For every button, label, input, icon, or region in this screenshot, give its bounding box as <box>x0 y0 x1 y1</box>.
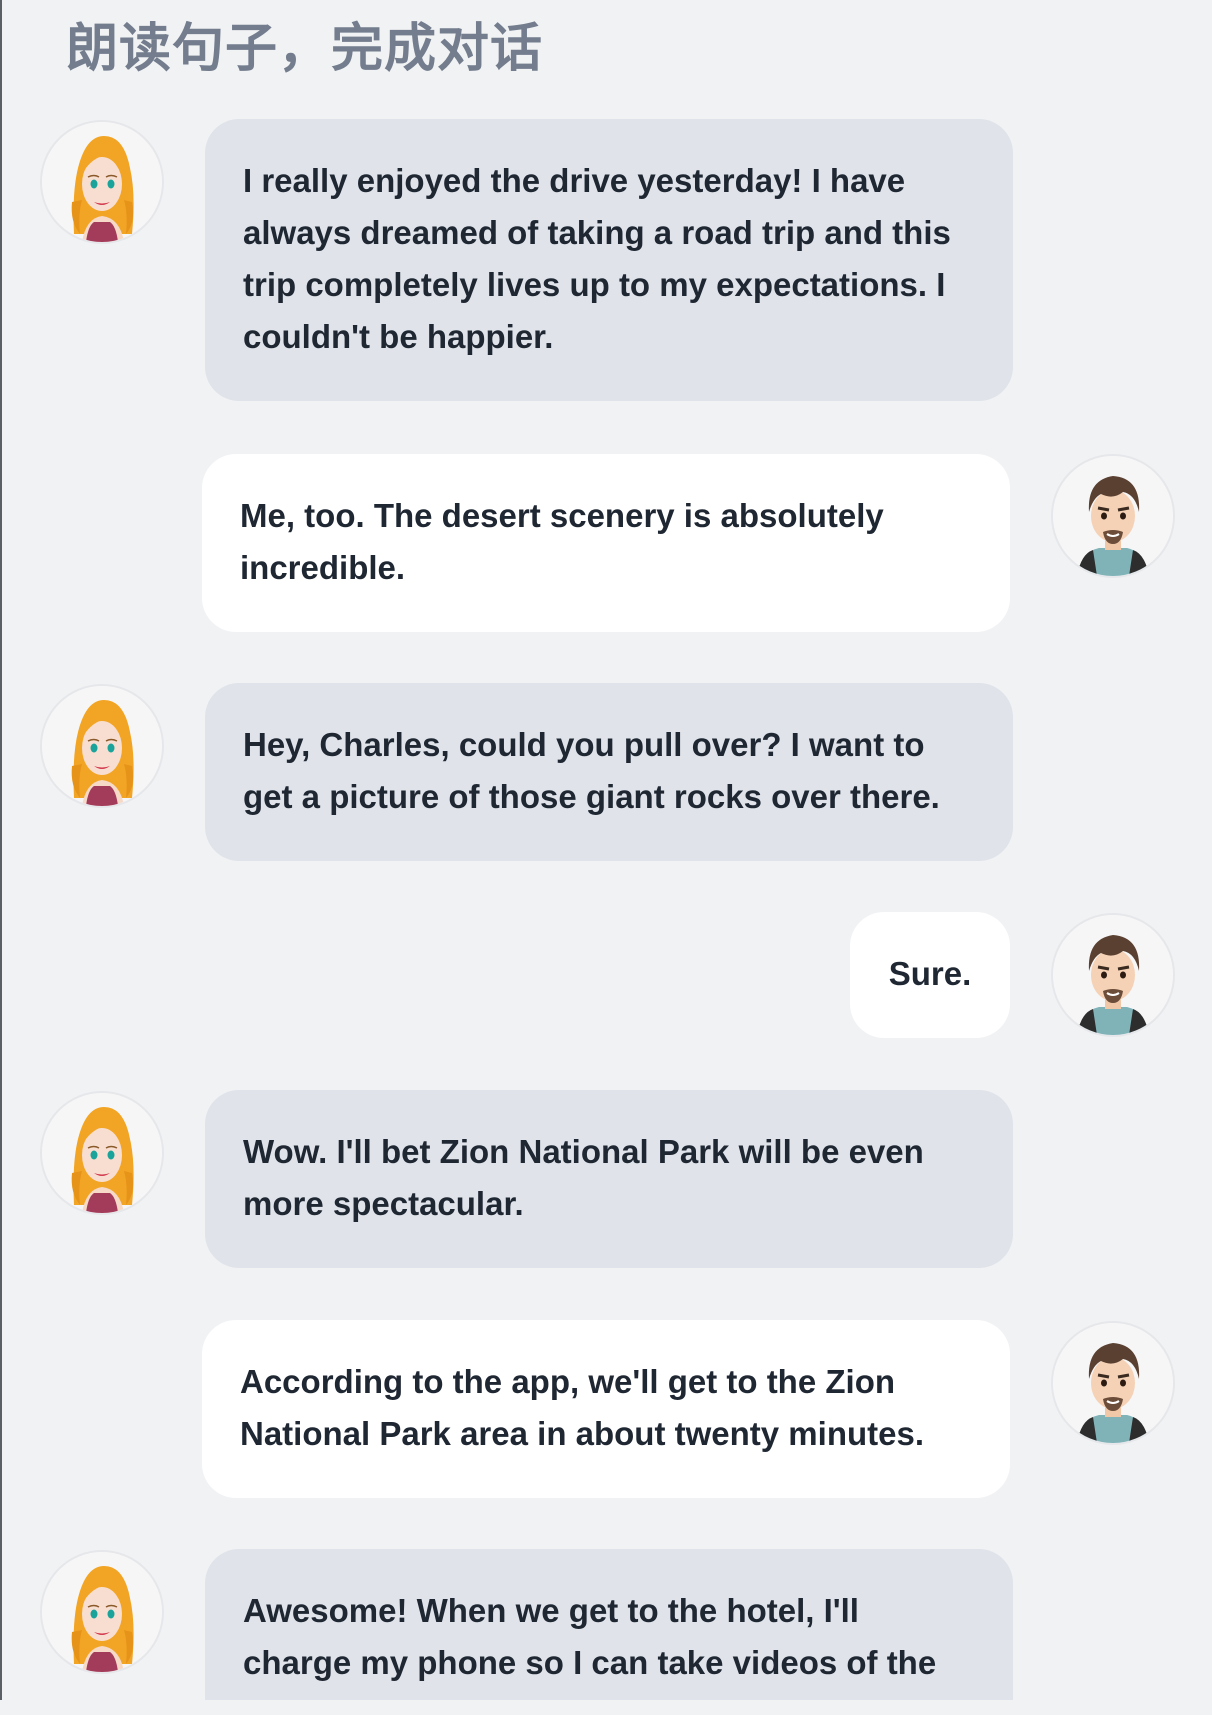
message-bubble-female: I really enjoyed the drive yesterday! I … <box>205 119 1013 401</box>
male-avatar-icon <box>1051 454 1175 578</box>
female-avatar-icon <box>40 120 164 244</box>
message-bubble-female: Wow. I'll bet Zion National Park will be… <box>205 1090 1013 1268</box>
chat-page: 朗读句子，完成对话 I really enjoyed the drive yes… <box>0 0 1212 1715</box>
message-bubble-male: Sure. <box>850 912 1010 1038</box>
page-title: 朗读句子，完成对话 <box>66 19 544 79</box>
message-text: Awesome! When we get to the hotel, I'll … <box>243 1592 937 1681</box>
bottom-fade <box>0 1700 1212 1715</box>
female-avatar-icon <box>40 1550 164 1674</box>
message-bubble-male: Me, too. The desert scenery is absolutel… <box>202 454 1010 632</box>
message-text: Hey, Charles, could you pull over? I wan… <box>243 726 940 815</box>
message-bubble-female: Awesome! When we get to the hotel, I'll … <box>205 1549 1013 1715</box>
message-text: According to the app, we'll get to the Z… <box>240 1363 924 1452</box>
male-avatar-icon <box>1051 1321 1175 1445</box>
left-border <box>0 0 2 1715</box>
message-text: I really enjoyed the drive yesterday! I … <box>243 162 951 355</box>
male-avatar-icon <box>1051 913 1175 1037</box>
female-avatar-icon <box>40 684 164 808</box>
message-text: Sure. <box>888 955 972 992</box>
message-bubble-male: According to the app, we'll get to the Z… <box>202 1320 1010 1498</box>
message-text: Wow. I'll bet Zion National Park will be… <box>243 1133 924 1222</box>
message-text: Me, too. The desert scenery is absolutel… <box>240 497 884 586</box>
female-avatar-icon <box>40 1091 164 1215</box>
message-bubble-female: Hey, Charles, could you pull over? I wan… <box>205 683 1013 861</box>
